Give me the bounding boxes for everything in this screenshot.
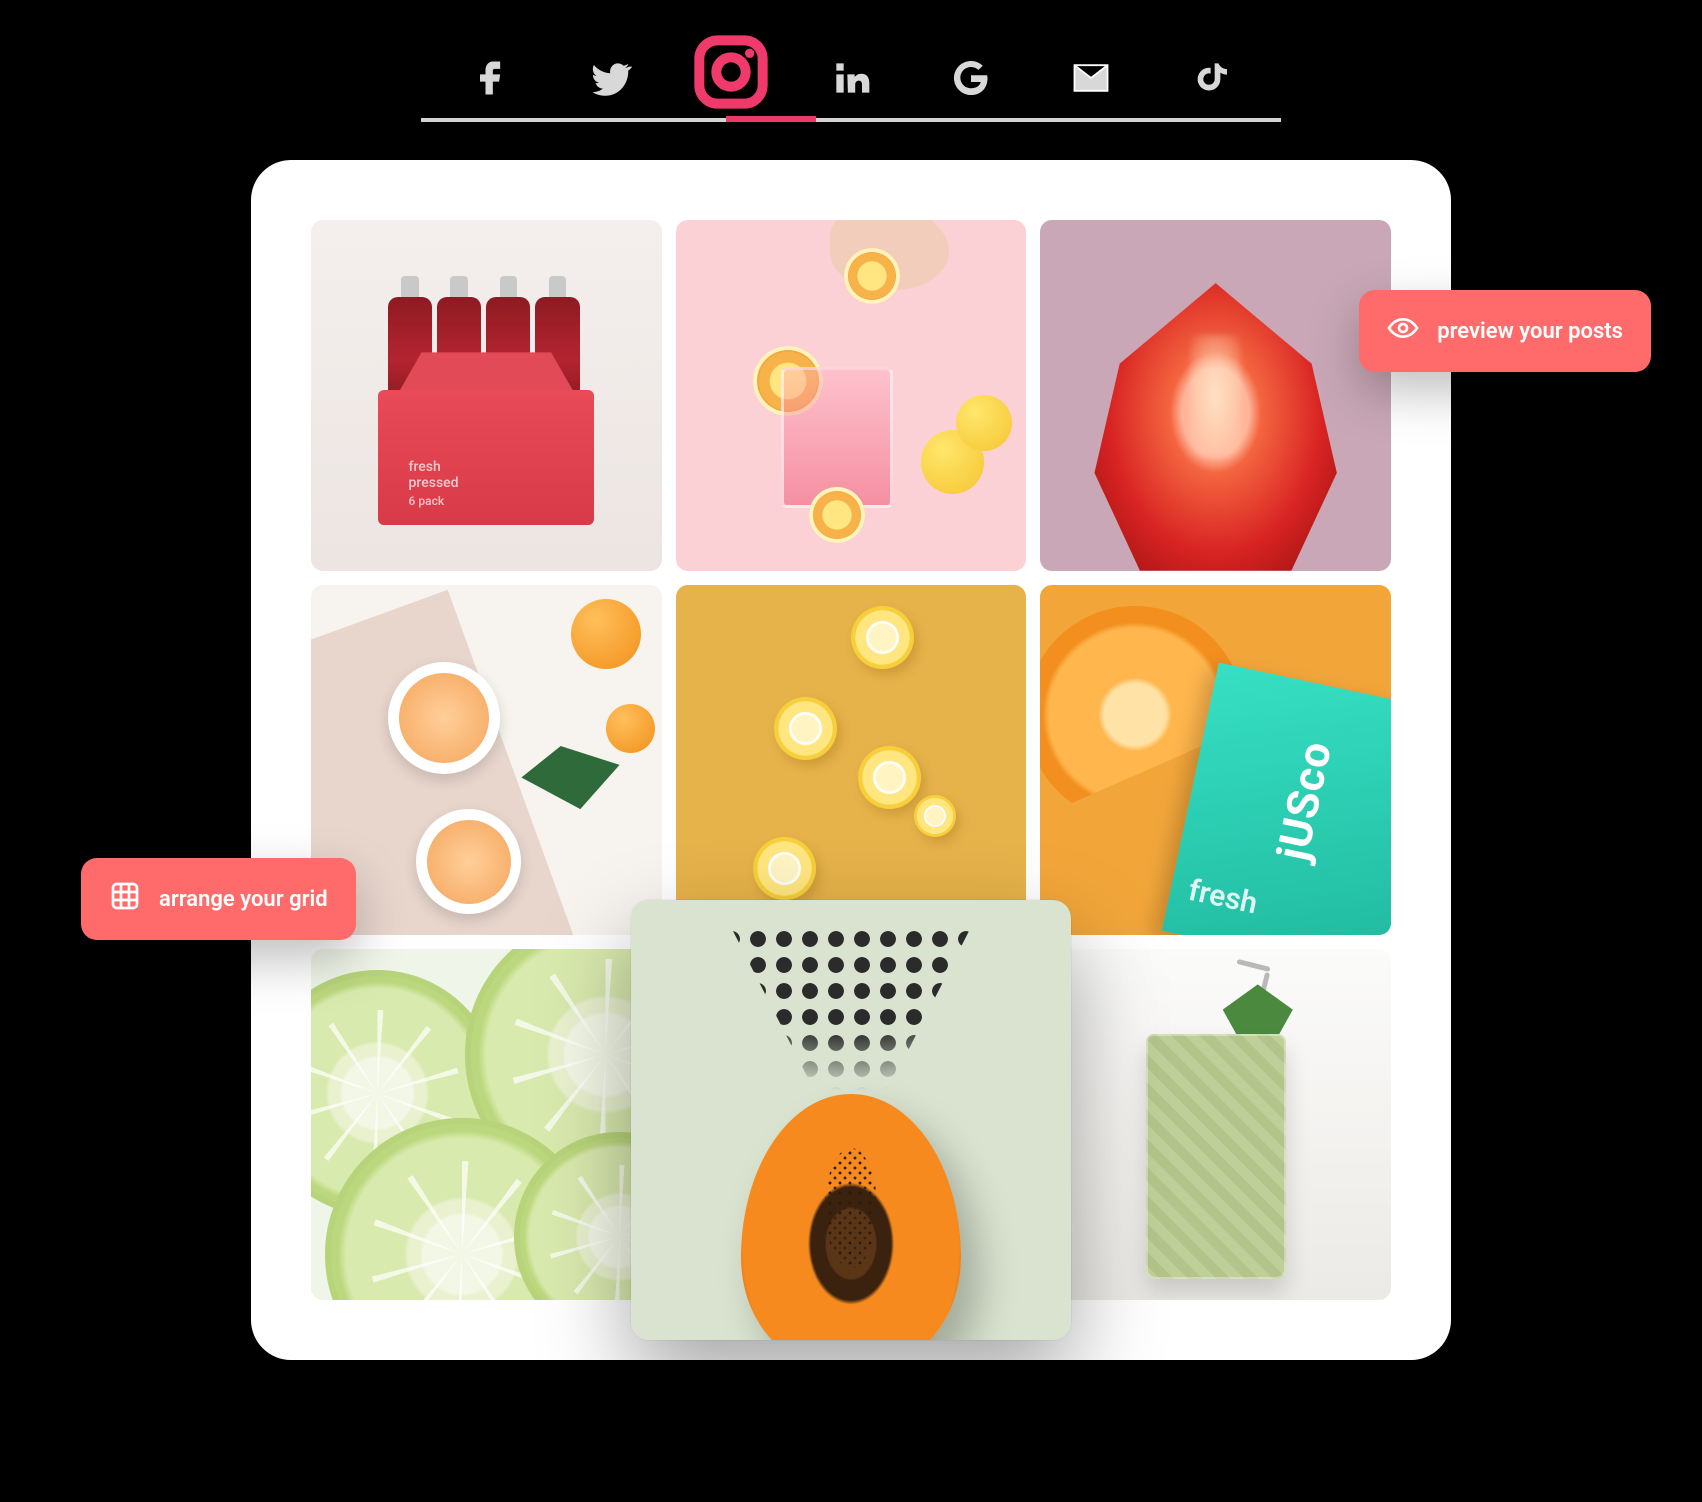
tiktok-icon: [1189, 56, 1233, 104]
carton-text: fresh: [1185, 873, 1260, 922]
twitter-icon: [589, 56, 633, 104]
email-icon: [1069, 56, 1113, 104]
pack-text-line2: pressed: [409, 475, 459, 491]
tab-email[interactable]: [1061, 50, 1121, 110]
carton-brand: jUSco: [1266, 736, 1342, 864]
linkedin-icon: [829, 56, 873, 104]
eye-icon: [1387, 312, 1419, 350]
juice-pack-illustration: fresh pressed 6 pack: [364, 266, 609, 525]
feed-preview-card: preview your posts arrange your grid fre…: [251, 160, 1451, 1360]
grid-tile-juice-pack[interactable]: fresh pressed 6 pack: [311, 220, 662, 571]
social-tabs: [221, 0, 1481, 130]
tab-facebook[interactable]: [461, 50, 521, 110]
tabs-underline-active: [726, 116, 816, 122]
facebook-icon: [469, 56, 513, 104]
preview-posts-label: preview your posts: [1437, 319, 1623, 344]
grid-tile-orange-smoothies[interactable]: [311, 585, 662, 936]
arrange-grid-badge[interactable]: arrange your grid: [81, 858, 356, 940]
grid-tile-lime-slices[interactable]: [311, 949, 662, 1300]
pack-text-line3: 6 pack: [409, 495, 459, 509]
grid-tile-papaya[interactable]: [631, 900, 1071, 1340]
preview-posts-badge[interactable]: preview your posts: [1359, 290, 1651, 372]
arrange-grid-label: arrange your grid: [159, 887, 328, 912]
tabs-underline: [421, 118, 1281, 122]
google-icon: [949, 56, 993, 104]
pack-text-line1: fresh: [409, 459, 459, 475]
instagram-icon: [691, 44, 771, 116]
grid-tile-strawberry[interactable]: [1040, 220, 1391, 571]
tab-instagram[interactable]: [701, 50, 761, 110]
grid-tile-lemon-slices[interactable]: [676, 585, 1027, 936]
grid-tile-orange-carton[interactable]: jUSco fresh: [1040, 585, 1391, 936]
tab-google[interactable]: [941, 50, 1001, 110]
tab-twitter[interactable]: [581, 50, 641, 110]
grid-tile-pink-lemonade[interactable]: [676, 220, 1027, 571]
grid-icon: [109, 880, 141, 918]
tab-tiktok[interactable]: [1181, 50, 1241, 110]
grid-tile-green-smoothie[interactable]: [1040, 949, 1391, 1300]
tab-linkedin[interactable]: [821, 50, 881, 110]
